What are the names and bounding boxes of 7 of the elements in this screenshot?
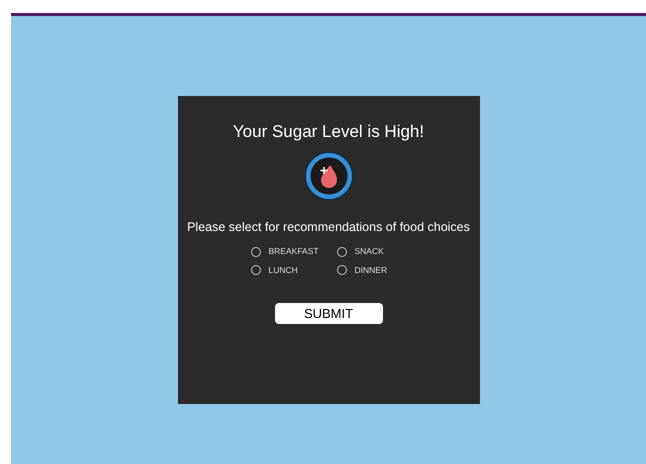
option-label[interactable]: BREAKFAST	[268, 245, 319, 258]
alert-title: Your Sugar Level is High!	[232, 122, 424, 142]
option-label[interactable]: DINNER	[354, 264, 388, 277]
option-label[interactable]: LUNCH	[268, 264, 298, 277]
submit-button[interactable]: SUBMIT	[274, 302, 382, 324]
prompt-text: Please select for recommendations of food choices	[187, 219, 470, 236]
option-label[interactable]: SNACK	[354, 245, 384, 258]
